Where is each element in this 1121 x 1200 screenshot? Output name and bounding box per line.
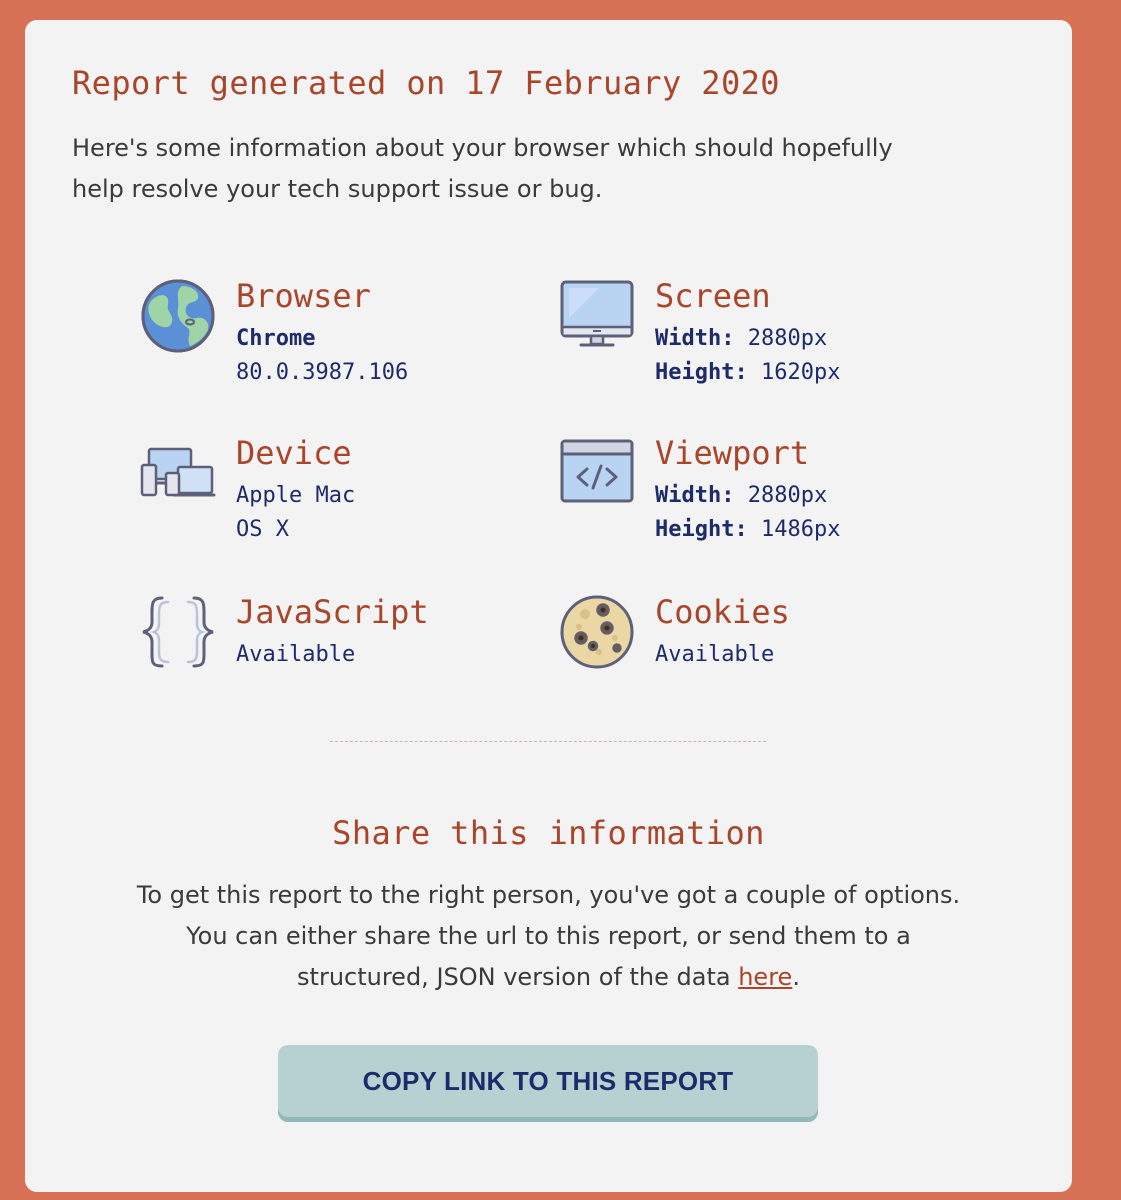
cookies-status: Available [655,642,775,667]
browser-name: Chrome [236,326,316,351]
screen-info: Screen Width: 2880px Height: 1620px [559,278,959,398]
section-divider [330,741,766,742]
device-label: Device [236,434,352,472]
cookie-icon [559,594,635,670]
device-os: OS X [236,517,289,542]
browser-version: 80.0.3987.106 [236,360,409,385]
viewport-width: Width: 2880px [655,483,827,509]
javascript-status: Available [236,642,356,667]
screen-label: Screen [655,277,771,315]
share-text: To get this report to the right person, … [125,875,972,998]
javascript-info: JavaScript Available [140,594,540,714]
browser-label: Browser [236,277,371,315]
browser-info: Browser Chrome 80.0.3987.106 [140,278,540,398]
viewport-width-label: Width: [655,483,735,508]
viewport-width-value: 2880px [747,483,828,508]
viewport-info: Viewport Width: 2880px Height: 1486px [559,435,959,555]
report-card: Report generated on 17 February 2020 Her… [25,20,1072,1192]
report-title: Report generated on 17 February 2020 [72,64,780,102]
viewport-height: Height: 1486px [655,517,840,543]
share-text-body: To get this report to the right person, … [136,881,961,991]
screen-height-label: Height: [655,360,748,385]
viewport-height-value: 1486px [760,517,841,542]
screen-width: Width: 2880px [655,326,827,352]
cookies-info: Cookies Available [559,594,959,714]
screen-width-value: 2880px [747,326,828,351]
json-data-link[interactable]: here [738,963,792,991]
monitor-icon [559,278,635,354]
device-vendor: Apple Mac [236,483,356,508]
intro-text: Here's some information about your brows… [72,134,893,203]
viewport-label: Viewport [655,434,810,472]
viewport-height-label: Height: [655,517,748,542]
share-title: Share this information [332,814,765,852]
screen-width-label: Width: [655,326,735,351]
devices-icon [140,435,216,511]
screen-height: Height: 1620px [655,360,840,386]
copy-link-button[interactable]: COPY LINK TO THIS REPORT [278,1045,818,1117]
code-window-icon [559,435,635,511]
device-info: Device Apple Mac OS X [140,435,540,555]
share-text-end: . [792,963,800,991]
curly-braces-icon [140,594,216,670]
javascript-label: JavaScript [236,593,429,631]
cookies-label: Cookies [655,593,790,631]
globe-icon [140,278,216,354]
screen-height-value: 1620px [760,360,841,385]
